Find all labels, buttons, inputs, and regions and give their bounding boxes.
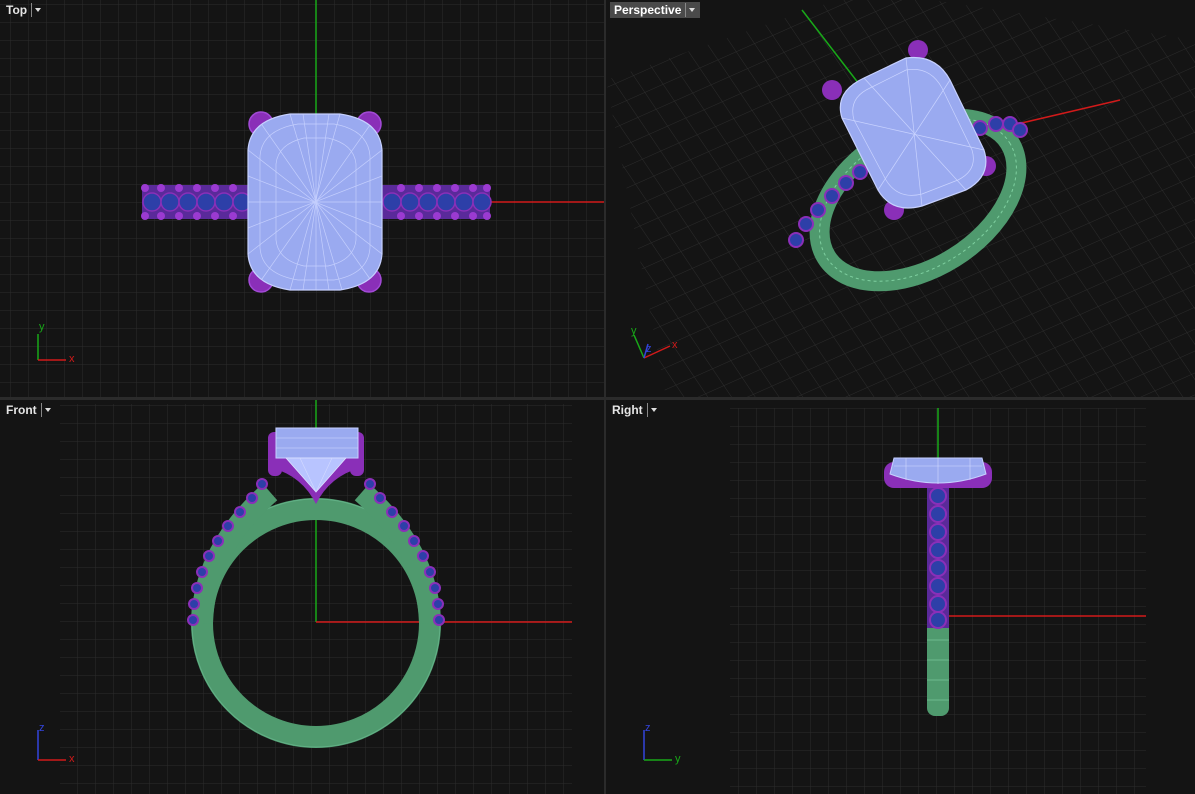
axis-label-x: x <box>69 353 75 365</box>
viewport-title-perspective[interactable]: Perspective <box>610 2 701 18</box>
right-view-scene[interactable]: z y <box>606 400 1195 794</box>
viewport-top[interactable]: y x Top <box>0 0 604 397</box>
axis-label-y: y <box>675 753 681 765</box>
band-shank <box>927 487 949 716</box>
viewport-label: Right <box>612 403 643 417</box>
viewport-title-right[interactable]: Right <box>610 402 660 418</box>
axis-label-z: z <box>645 722 651 734</box>
viewport-title-front[interactable]: Front <box>4 402 54 418</box>
perspective-view-scene[interactable]: y x z <box>606 0 1195 397</box>
chevron-down-icon[interactable] <box>31 3 42 17</box>
viewport-perspective[interactable]: y x z Perspective <box>606 0 1195 397</box>
top-view-scene[interactable]: y x <box>0 0 604 397</box>
front-view-scene[interactable]: z x <box>0 400 604 794</box>
axis-label-z: z <box>39 722 45 734</box>
axis-label-z: z <box>646 343 652 355</box>
axis-label-x: x <box>672 339 678 351</box>
chevron-down-icon[interactable] <box>685 3 696 17</box>
axis-label-x: x <box>69 753 75 765</box>
axis-label-y: y <box>39 321 45 333</box>
axis-label-y: y <box>631 325 637 337</box>
viewport-label: Top <box>6 3 28 17</box>
viewport-right[interactable]: z y Right <box>606 400 1195 794</box>
viewport-splitter-horizontal[interactable] <box>0 397 1195 400</box>
axis-triad-icon <box>643 730 672 761</box>
viewport-front[interactable]: z x Front <box>0 400 604 794</box>
viewport-label: Front <box>6 403 37 417</box>
chevron-down-icon[interactable] <box>40 403 52 417</box>
viewport-label: Perspective <box>614 3 682 17</box>
viewport-title-top[interactable]: Top <box>4 2 44 18</box>
center-stone <box>247 113 383 291</box>
chevron-down-icon[interactable] <box>646 403 658 417</box>
